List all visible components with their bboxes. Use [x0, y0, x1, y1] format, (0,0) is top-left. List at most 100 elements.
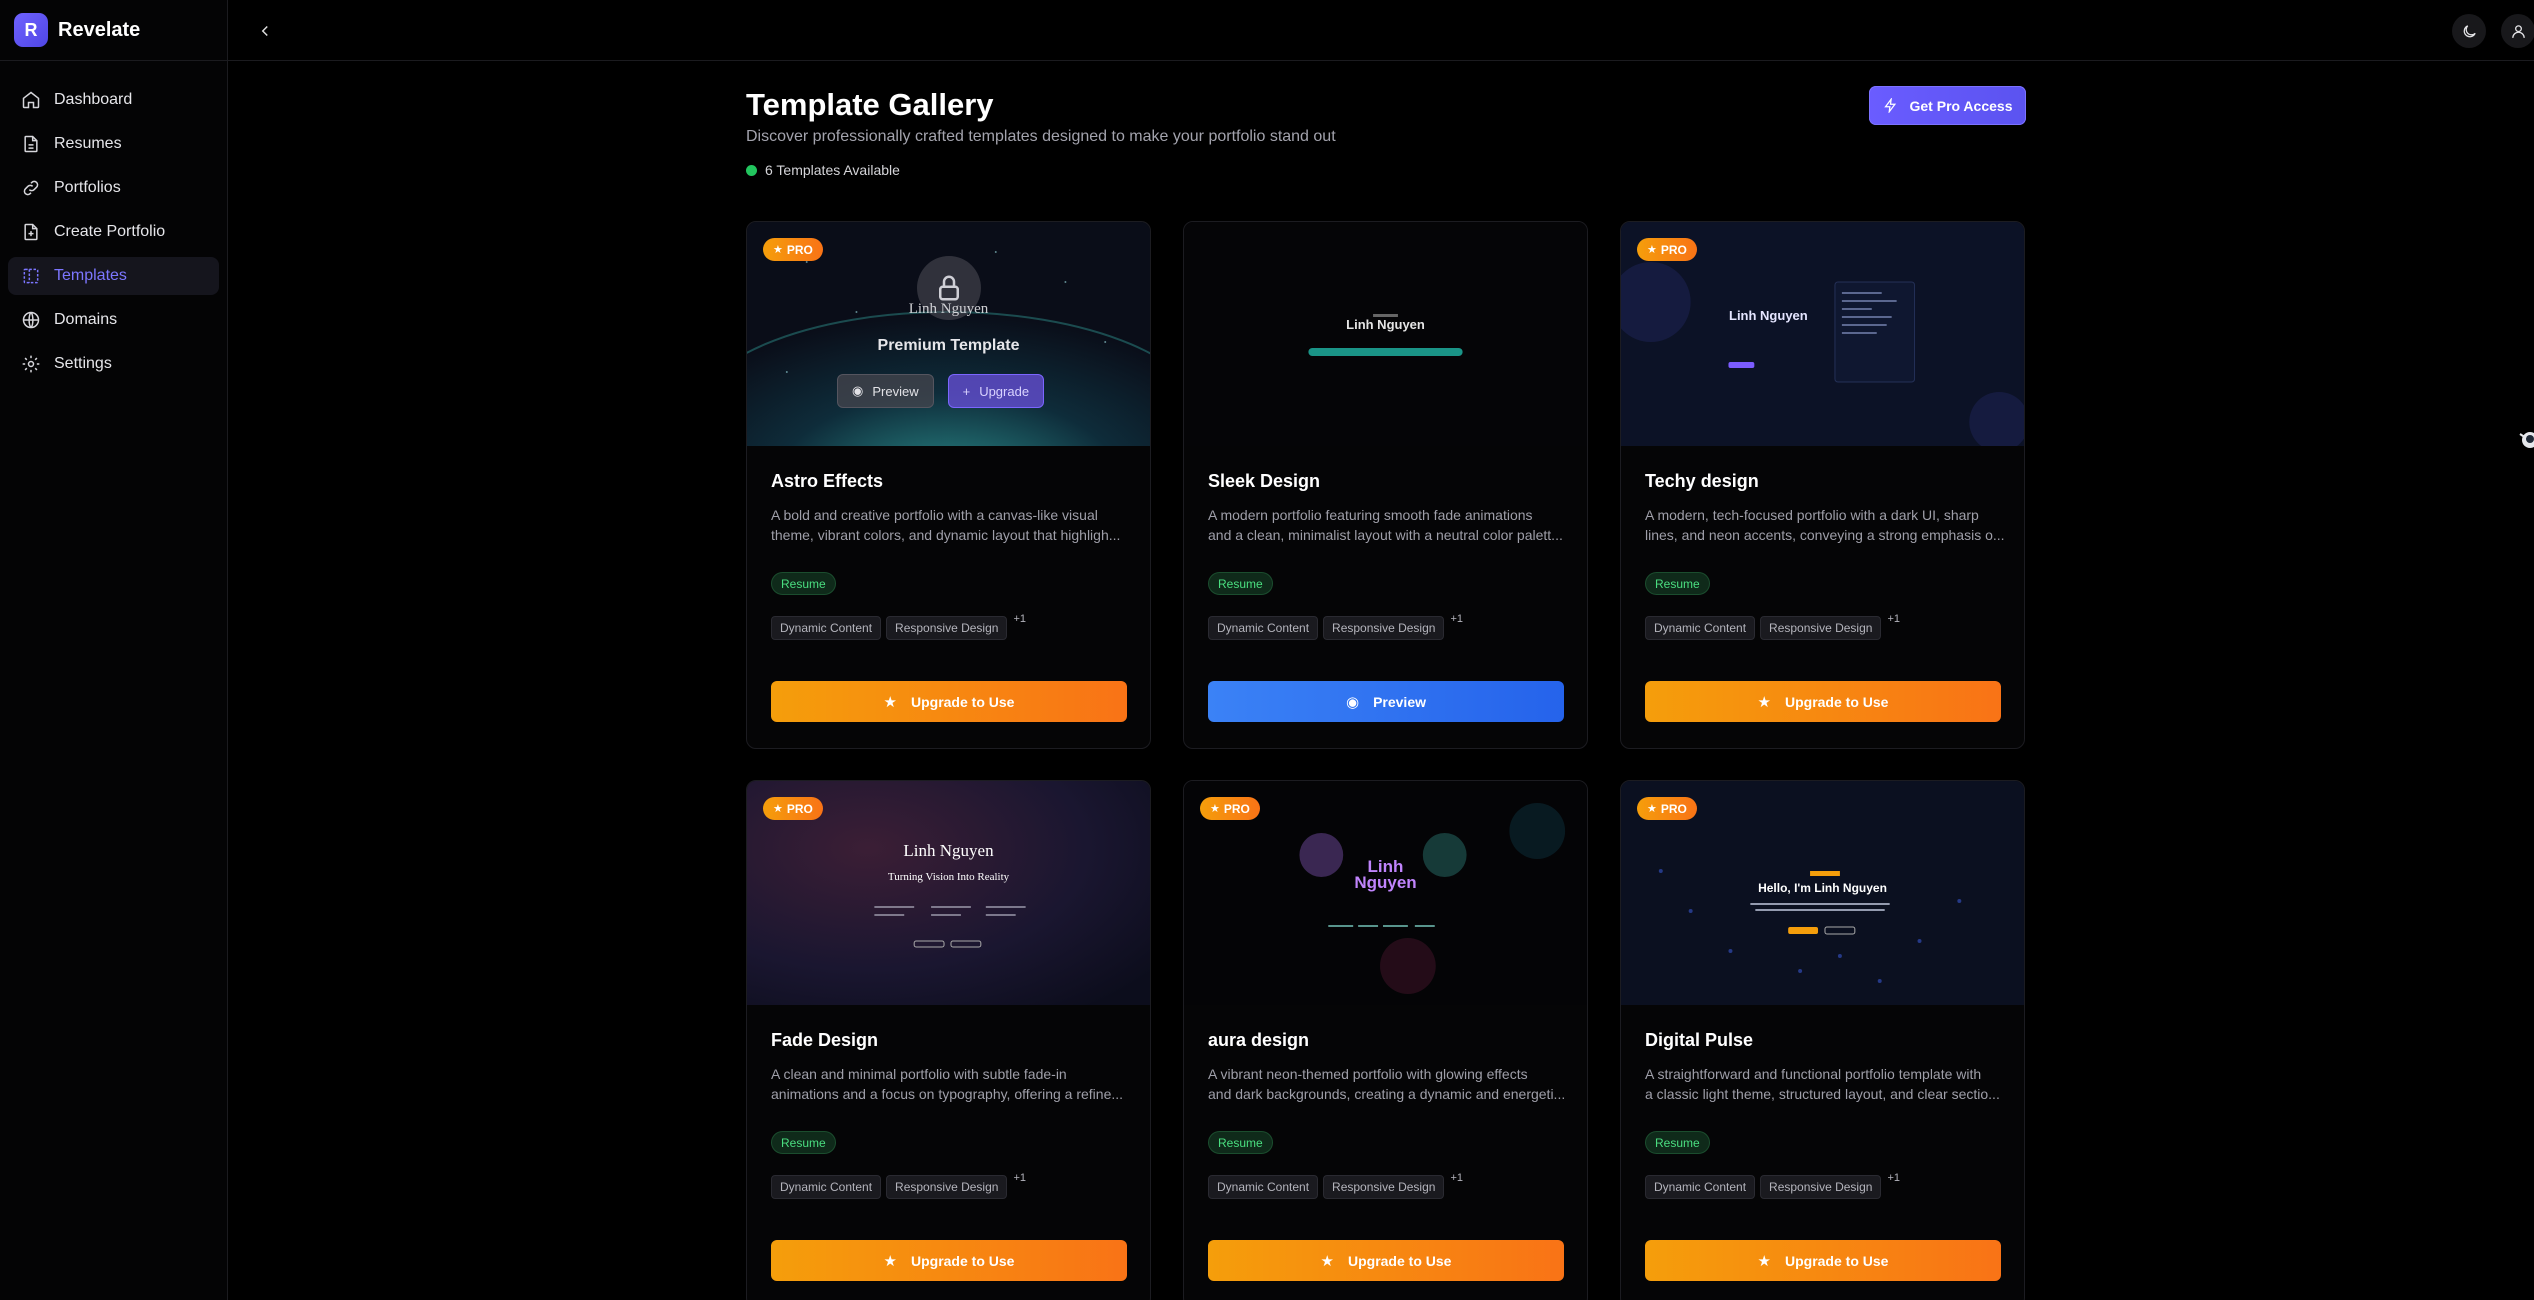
- link-icon: [23, 180, 39, 196]
- thumb-name: Linh Nguyen: [908, 301, 989, 317]
- page-title: Template Gallery: [746, 87, 994, 122]
- more-tags-count: +1: [1887, 613, 1900, 625]
- card-description: A bold and creative portfolio with a can…: [771, 505, 1131, 545]
- feature-tag: Dynamic Content: [1208, 616, 1319, 640]
- feature-tag: Responsive Design: [886, 616, 1008, 640]
- cta-label: Upgrade to Use: [1784, 1252, 1889, 1269]
- star-icon: ★: [773, 244, 783, 256]
- card-description: A clean and minimal portfolio with subtl…: [771, 1064, 1131, 1104]
- sidebar-nav: Dashboard Resumes Portfolios Create Port…: [0, 61, 227, 383]
- card-title: Sleek Design: [1208, 471, 1321, 491]
- cta-label: Upgrade to Use: [1347, 1252, 1452, 1269]
- gear-icon: [22, 355, 40, 373]
- pro-badge: ★ PRO: [1637, 797, 1697, 820]
- star-icon: ★: [1647, 803, 1657, 815]
- card-description-line: A straightforward and functional portfol…: [1645, 1066, 1982, 1082]
- overlay-upgrade-button[interactable]: + Upgrade: [947, 374, 1045, 408]
- brand-logo: R: [14, 13, 48, 47]
- feature-tags: Dynamic Content Responsive Design +1: [771, 1172, 1026, 1199]
- resume-tag: Resume: [771, 1131, 836, 1154]
- card-description-line: A clean and minimal portfolio with subtl…: [771, 1066, 1067, 1082]
- template-thumbnail[interactable]: Linh Nguyen: [1184, 222, 1587, 446]
- card-description-line: a classic light theme, structured layout…: [1645, 1086, 2000, 1102]
- get-pro-access-button[interactable]: Get Pro Access: [1869, 86, 2026, 125]
- star-icon: ★: [883, 693, 897, 711]
- template-card-fade-design[interactable]: Linh Nguyen Turning Vision Into Reality …: [746, 780, 1151, 1300]
- feature-tag: Dynamic Content: [771, 616, 882, 640]
- feature-tags: Dynamic Content Responsive Design +1: [1208, 613, 1463, 640]
- feature-tag: Dynamic Content: [1208, 1175, 1319, 1199]
- cta-label: Upgrade to Use: [910, 693, 1015, 710]
- upgrade-to-use-button[interactable]: ★ Upgrade to Use: [771, 1240, 1127, 1281]
- layout-dashed-icon: [23, 268, 39, 284]
- user-menu-button[interactable]: [2501, 14, 2534, 48]
- preview-button[interactable]: ◉ Preview: [1208, 681, 1564, 722]
- template-card-sleek-design[interactable]: Linh Nguyen Sleek Design A modern portfo…: [1183, 221, 1588, 749]
- star-icon: ★: [1647, 244, 1657, 256]
- sidebar-item-resumes[interactable]: Resumes: [8, 125, 219, 163]
- upgrade-to-use-button[interactable]: ★ Upgrade to Use: [771, 681, 1127, 722]
- templates-count: 6 Templates Available: [746, 162, 900, 178]
- upgrade-to-use-button[interactable]: ★ Upgrade to Use: [1645, 1240, 2001, 1281]
- eye-icon: ◉: [1345, 693, 1360, 711]
- sidebar-item-settings[interactable]: Settings: [8, 345, 219, 383]
- star-icon: ★: [773, 803, 783, 815]
- card-description-line: and dark backgrounds, creating a dynamic…: [1208, 1086, 1566, 1102]
- sidebar-item-label: Portfolios: [54, 179, 121, 196]
- card-description-line: A modern, tech-focused portfolio with a …: [1645, 507, 1979, 523]
- sidebar-item-domains[interactable]: Domains: [8, 301, 219, 339]
- pro-badge: ★ PRO: [763, 238, 823, 261]
- sidebar-item-templates[interactable]: Templates: [8, 257, 219, 295]
- star-icon: ★: [1320, 1252, 1334, 1270]
- thumb-name: Linh Nguyen: [903, 841, 994, 860]
- template-preview-image: [1184, 222, 1587, 446]
- resume-tag: Resume: [1208, 572, 1273, 595]
- star-icon: ★: [1210, 803, 1220, 815]
- template-card-techy-design[interactable]: Linh Nguyen ★ PRO Techy design A modern, …: [1620, 221, 2025, 749]
- card-description-line: lines, and neon accents, conveying a str…: [1645, 527, 2005, 543]
- card-description-line: A vibrant neon-themed portfolio with glo…: [1208, 1066, 1528, 1082]
- globe-icon: [22, 311, 40, 329]
- feature-tag: Responsive Design: [1323, 1175, 1445, 1199]
- template-card-digital-pulse[interactable]: Hello, I'm Linh Nguyen ★ PRO Digital Puls…: [1620, 780, 2025, 1300]
- cta-label: Preview: [1373, 693, 1427, 710]
- card-description-line: and a clean, minimalist layout with a ne…: [1208, 527, 1563, 543]
- collapse-sidebar-button[interactable]: [252, 18, 278, 44]
- resume-tag: Resume: [771, 572, 836, 595]
- feature-tags: Dynamic Content Responsive Design +1: [1645, 1172, 1900, 1199]
- template-card-aura-design[interactable]: Linh Nguyen ★ PRO aura design A vibrant n…: [1183, 780, 1588, 1300]
- status-dot-icon: [746, 164, 757, 176]
- resume-tag: Resume: [1645, 1131, 1710, 1154]
- sidebar-item-portfolios[interactable]: Portfolios: [8, 169, 219, 207]
- upgrade-to-use-button[interactable]: ★ Upgrade to Use: [1645, 681, 2001, 722]
- page-subtitle: Discover professionally crafted template…: [746, 128, 1336, 145]
- theme-toggle-button[interactable]: [2452, 14, 2486, 48]
- get-pro-access-label: Get Pro Access: [1909, 97, 2013, 114]
- eye-icon: ◉: [852, 383, 864, 398]
- more-tags-count: +1: [1013, 1172, 1026, 1184]
- sidebar-item-label: Create Portfolio: [54, 223, 166, 240]
- card-description: A modern portfolio featuring smooth fade…: [1208, 505, 1568, 545]
- thumb-tagline: Turning Vision Into Reality: [887, 871, 1010, 883]
- lock-icon: [939, 275, 959, 301]
- template-card-astro-effects[interactable]: Linh Nguyen Premium Template ◉ Preview + U…: [746, 221, 1151, 749]
- thumb-name: Linh Nguyen: [1346, 317, 1425, 332]
- feature-tag: Dynamic Content: [1645, 616, 1756, 640]
- more-tags-count: +1: [1013, 613, 1026, 625]
- more-tags-count: +1: [1887, 1172, 1900, 1184]
- moon-icon: [2463, 24, 2476, 37]
- pro-badge-label: PRO: [1223, 801, 1250, 816]
- brand[interactable]: R Revelate: [0, 0, 227, 61]
- sidebar-item-create-portfolio[interactable]: Create Portfolio: [8, 213, 219, 251]
- overlay-preview-button[interactable]: ◉ Preview: [837, 374, 934, 408]
- chevron-left-icon: [261, 25, 268, 37]
- file-text-icon: [24, 135, 38, 153]
- premium-template-label: Premium Template: [877, 337, 1020, 354]
- file-plus-icon: [24, 223, 38, 241]
- upgrade-to-use-button[interactable]: ★ Upgrade to Use: [1208, 1240, 1564, 1281]
- sidebar-item-label: Dashboard: [54, 91, 133, 108]
- pro-badge: ★ PRO: [1637, 238, 1697, 261]
- card-description: A straightforward and functional portfol…: [1645, 1064, 2005, 1104]
- card-description-line: A bold and creative portfolio with a can…: [771, 507, 1098, 523]
- sidebar-item-dashboard[interactable]: Dashboard: [8, 81, 219, 119]
